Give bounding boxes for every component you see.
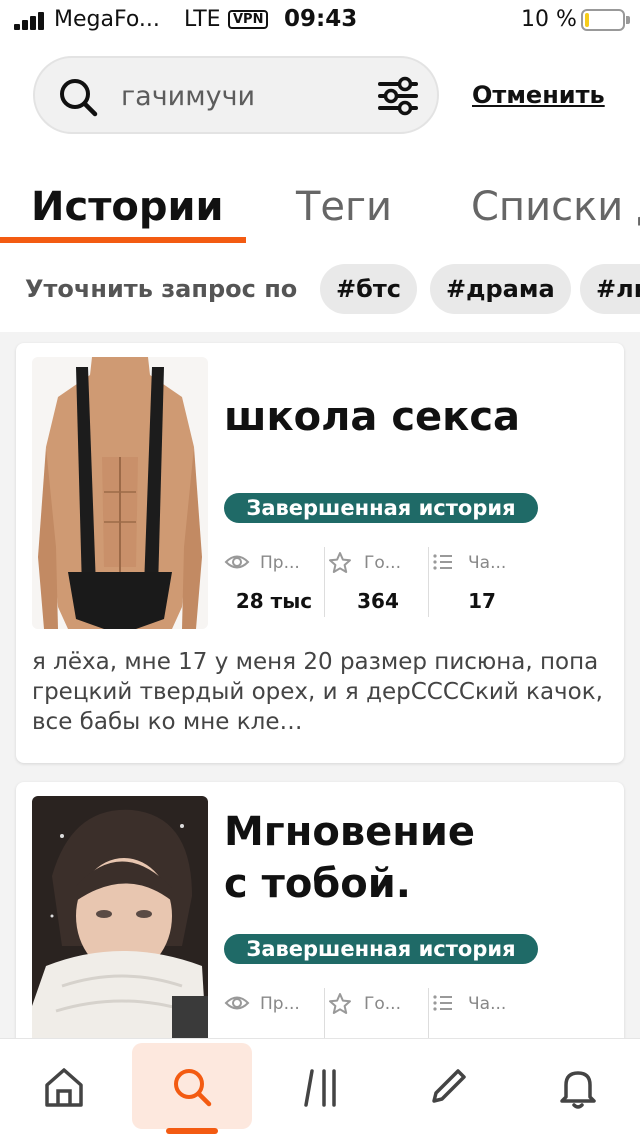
stat-votes: Го... 364 (328, 543, 428, 619)
status-badge: Завершенная история (224, 934, 538, 964)
list-icon (433, 554, 452, 570)
battery-icon (581, 9, 630, 31)
stat-views: Пр... 28 тыс (224, 543, 324, 619)
eye-icon (224, 996, 250, 1010)
pencil-icon (432, 1069, 466, 1103)
story-description: я лёха, мне 17 у меня 20 размер писюна, … (32, 649, 603, 735)
library-icon (304, 1069, 336, 1107)
stat-votes-value: 364 (357, 589, 399, 613)
search-icon (174, 1069, 212, 1107)
vpn-badge: VPN (228, 10, 269, 29)
bell-icon (560, 1071, 596, 1109)
nav-home[interactable] (4, 1039, 124, 1136)
carrier-name: MegaFo... (54, 7, 160, 32)
stat-parts-label: Ча... (468, 994, 507, 1014)
story-title[interactable]: Мгновение с тобой. (224, 806, 614, 910)
filter-icon[interactable] (377, 76, 419, 116)
tag-chip[interactable]: #драма (430, 264, 571, 314)
stat-votes-label: Го... (364, 553, 401, 573)
tab-tags[interactable]: Теги (296, 184, 392, 230)
stat-parts-label: Ча... (468, 553, 507, 573)
tab-stories[interactable]: Истории (31, 184, 224, 230)
nav-library[interactable] (262, 1039, 382, 1136)
active-tab-indicator (0, 237, 246, 243)
nav-notifications[interactable] (518, 1039, 638, 1136)
star-icon (329, 993, 351, 1014)
stat-parts-value: 17 (468, 589, 496, 613)
status-badge: Завершенная история (224, 493, 538, 523)
stat-votes-label: Го... (364, 994, 401, 1014)
search-bar[interactable] (33, 56, 439, 134)
story-title[interactable]: школа секса (224, 391, 614, 443)
search-tabs: Истории Теги Списки д (0, 180, 640, 244)
status-bar: MegaFo... LTE VPN 09:43 10 % (0, 0, 640, 40)
story-stats: Пр... 28 тыс Го... 364 Ча... 17 (224, 543, 524, 619)
story-cover (32, 357, 208, 629)
bottom-nav (0, 1038, 640, 1136)
home-icon (45, 1068, 83, 1107)
stat-parts: Ча... 17 (432, 543, 532, 619)
tag-chip[interactable]: #бтс (320, 264, 418, 314)
story-card[interactable]: Мгновение с тобой. Завершенная история П… (16, 782, 624, 1082)
tag-chip[interactable]: #лю (580, 264, 640, 314)
stat-views-label: Пр... (260, 994, 300, 1014)
active-nav-indicator (166, 1128, 218, 1134)
refine-row: Уточнить запрос по #бтс #драма #лю (0, 262, 640, 318)
signal-icon (14, 12, 46, 30)
story-title-line: с тобой. (224, 861, 411, 907)
search-icon (60, 79, 98, 117)
story-card[interactable]: школа секса Завершенная история Пр... 28… (16, 343, 624, 763)
clock: 09:43 (284, 6, 358, 32)
search-input[interactable] (121, 76, 361, 116)
tab-lists[interactable]: Списки д (471, 184, 640, 230)
nav-write[interactable] (388, 1039, 508, 1136)
network-type: LTE (184, 7, 221, 32)
list-icon (433, 995, 452, 1011)
eye-icon (224, 555, 250, 569)
story-cover (32, 796, 208, 1068)
nav-search[interactable] (120, 1039, 252, 1136)
battery-percent: 10 % (521, 7, 577, 32)
refine-label: Уточнить запрос по (25, 275, 298, 303)
stat-views-label: Пр... (260, 553, 300, 573)
stat-views-value: 28 тыс (235, 589, 313, 613)
cancel-button[interactable]: Отменить (472, 81, 605, 109)
story-title-line: Мгновение (224, 809, 476, 855)
star-icon (329, 552, 351, 573)
